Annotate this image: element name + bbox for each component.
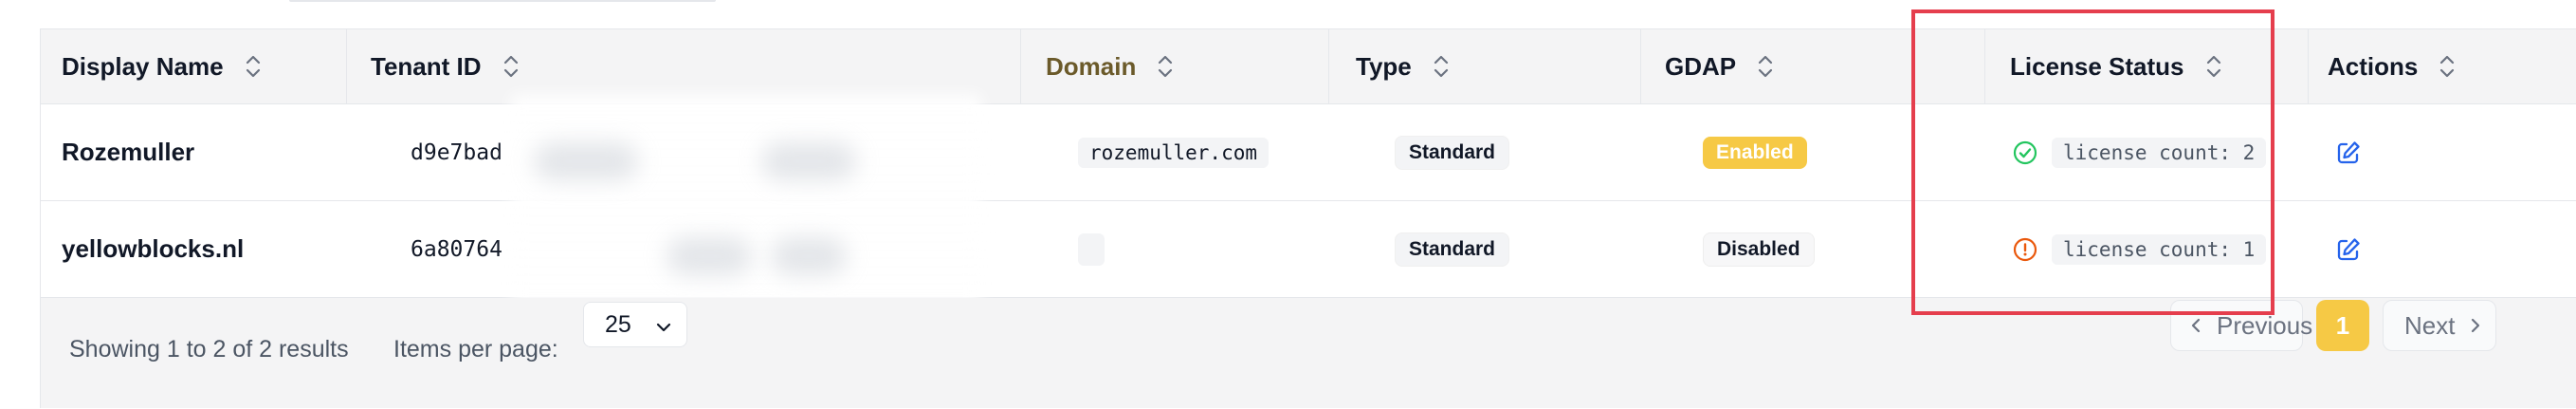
gdap-status-badge: Disabled [1703,232,1815,267]
type-badge: Standard [1395,232,1510,267]
edit-icon[interactable] [2335,236,2362,263]
check-circle-icon [2012,139,2038,166]
table-row[interactable]: Rozemuller d9e7bad rozemuller.com Standa… [41,104,2576,201]
chevron-down-icon [654,316,673,344]
items-per-page-value: 25 [605,310,631,338]
header-license-status[interactable]: License Status [1985,29,2308,103]
header-tenant-id[interactable]: Tenant ID [347,29,1020,103]
header-type[interactable]: Type [1329,29,1640,103]
header-label: Display Name [62,51,224,81]
header-label: GDAP [1665,51,1737,81]
chevron-left-icon [2188,316,2203,335]
gdap-status-badge: Enabled [1703,136,1807,169]
header-display-name[interactable]: Display Name [41,29,346,103]
page-1-button[interactable]: 1 [2316,300,2369,351]
redaction-blur-spot [761,142,856,180]
license-count-chip: license count: 1 [2052,233,2267,265]
type-badge: Standard [1395,135,1510,170]
redaction-blur-spot [771,237,847,275]
header-label: Actions [2328,51,2419,81]
previous-page-button[interactable]: Previous [2170,300,2312,351]
sort-icon[interactable] [245,53,262,80]
sort-icon[interactable] [1157,53,1174,80]
redaction-blur-spot [534,142,638,180]
next-label: Next [2404,310,2456,340]
cell-domain [1021,201,1328,297]
edit-icon[interactable] [2335,139,2362,166]
tenant-id-text: 6a80764 [411,236,502,262]
cell-gdap: Enabled [1641,104,1984,200]
header-label: Type [1356,51,1412,81]
header-label: License Status [2010,51,2184,81]
cell-license-status: license count: 1 [1985,201,2308,297]
license-count-chip: license count: 2 [2052,137,2267,168]
table-header-row: Display Name Tenant ID Domain Type GDAP … [41,28,2576,105]
display-name-text: Rozemuller [62,138,195,166]
tenant-id-text: d9e7bad [411,139,502,165]
sort-icon[interactable] [2439,53,2456,80]
domain-chip: rozemuller.com [1078,137,1270,168]
redaction-blur-spot [667,237,752,275]
top-strip [0,0,2576,28]
chevron-right-icon [2468,316,2483,335]
cell-actions [2309,104,2576,200]
cell-display-name: Rozemuller [41,104,346,200]
domain-chip [1078,232,1105,266]
next-page-button[interactable]: Next [2383,300,2496,351]
cell-type: Standard [1329,104,1640,200]
redaction-blur [511,95,981,306]
cell-license-status: license count: 2 [1985,104,2308,200]
sort-icon[interactable] [1433,53,1450,80]
alert-circle-icon [2012,236,2038,263]
header-domain[interactable]: Domain [1021,29,1328,103]
cell-actions [2309,201,2576,297]
sort-icon[interactable] [1757,53,1774,80]
items-per-page-select[interactable]: 25 [583,302,687,347]
cell-domain: rozemuller.com [1021,104,1328,200]
table-row[interactable]: yellowblocks.nl 6a80764 Standard Disable… [41,201,2576,298]
header-label: Tenant ID [371,51,482,81]
results-summary: Showing 1 to 2 of 2 results [69,336,349,363]
cell-gdap: Disabled [1641,201,1984,297]
header-gdap[interactable]: GDAP [1641,29,1984,103]
search-input-edge[interactable] [289,0,716,2]
sort-icon[interactable] [502,53,520,80]
previous-label: Previous [2217,310,2313,340]
cell-type: Standard [1329,201,1640,297]
items-per-page-label: Items per page: [393,336,558,363]
header-actions[interactable]: Actions [2309,29,2576,103]
sort-icon[interactable] [2205,53,2222,80]
display-name-text: yellowblocks.nl [62,234,245,263]
header-label: Domain [1046,51,1137,81]
cell-display-name: yellowblocks.nl [41,201,346,297]
tenants-table-card: Display Name Tenant ID Domain Type GDAP … [40,28,2576,408]
